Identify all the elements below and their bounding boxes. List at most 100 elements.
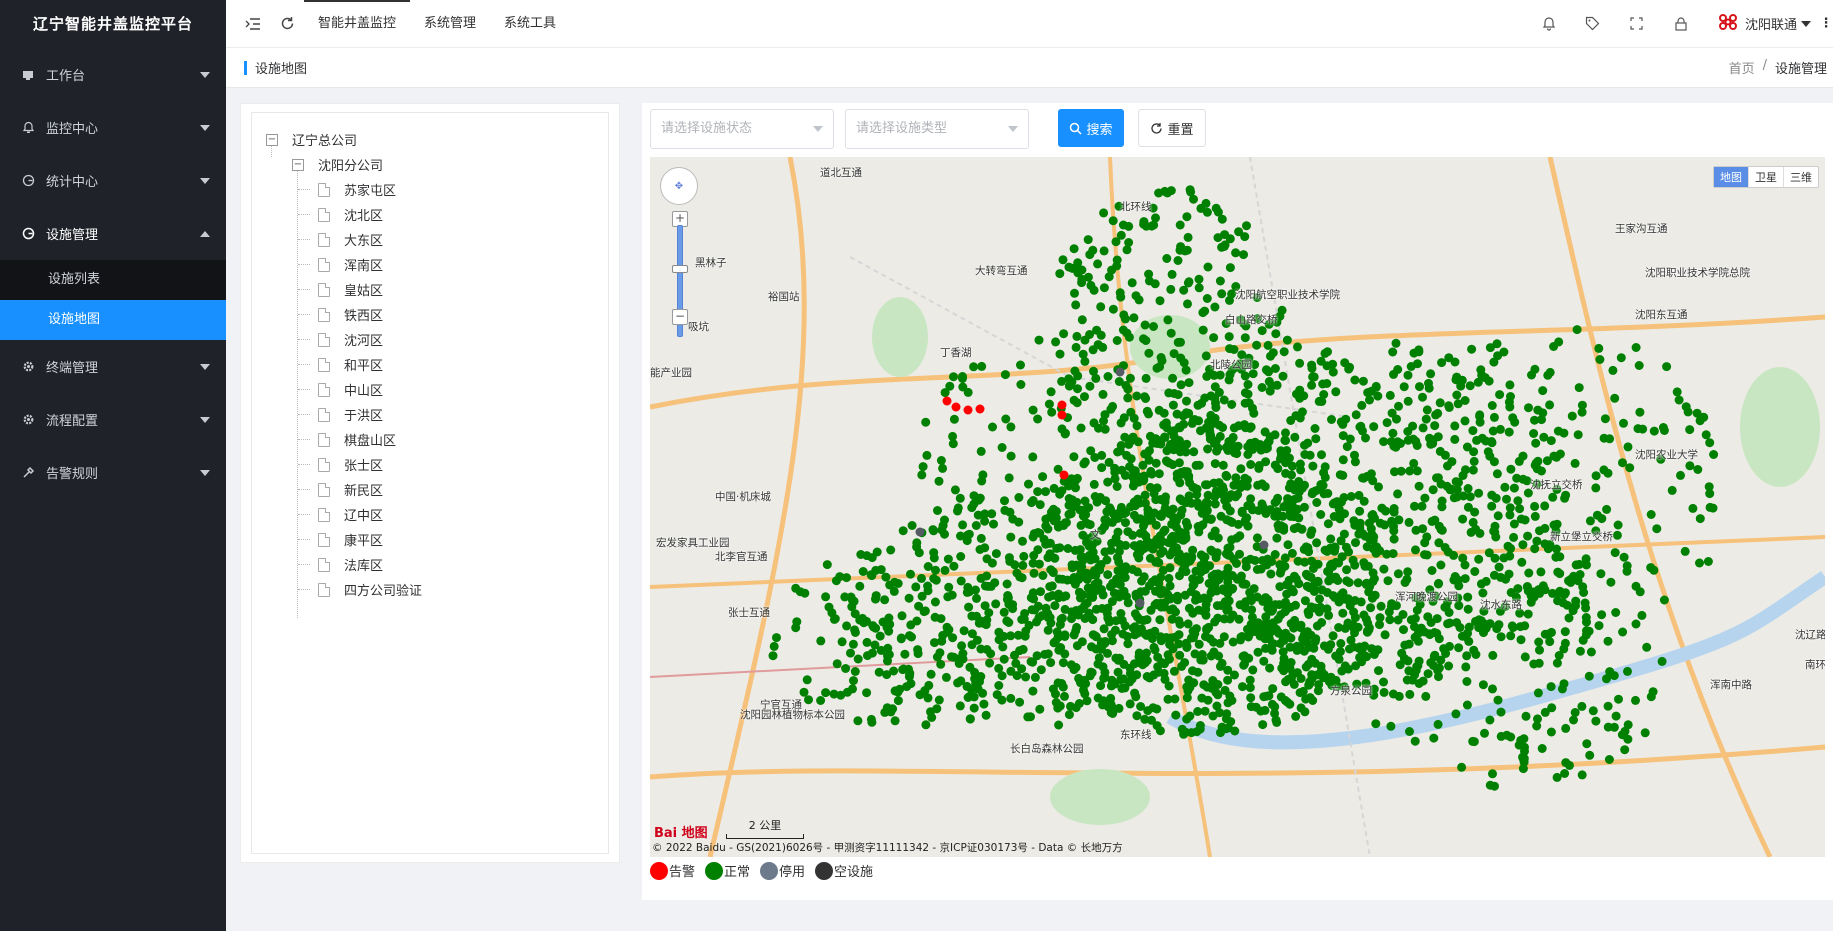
- facility-marker[interactable]: [1041, 514, 1051, 524]
- facility-marker[interactable]: [1085, 381, 1095, 391]
- facility-marker[interactable]: [948, 439, 958, 449]
- facility-marker[interactable]: [1312, 538, 1322, 548]
- more-icon[interactable]: ⋮: [1819, 16, 1833, 31]
- facility-marker[interactable]: [1107, 265, 1117, 275]
- bell-icon[interactable]: [1527, 0, 1571, 48]
- facility-marker[interactable]: [1293, 342, 1302, 352]
- facility-marker[interactable]: [1453, 575, 1463, 585]
- map-type-normal[interactable]: 地图: [1714, 167, 1748, 187]
- facility-marker[interactable]: [1471, 650, 1481, 659]
- facility-marker[interactable]: [1642, 642, 1652, 652]
- facility-marker[interactable]: [1360, 641, 1370, 651]
- facility-marker[interactable]: [853, 654, 863, 664]
- facility-marker[interactable]: [1130, 688, 1140, 698]
- facility-marker[interactable]: [1076, 520, 1086, 530]
- search-button[interactable]: 搜索: [1058, 109, 1124, 147]
- facility-marker[interactable]: [1210, 302, 1220, 312]
- facility-marker[interactable]: [1323, 519, 1333, 529]
- facility-marker[interactable]: [1070, 366, 1080, 376]
- facility-marker[interactable]: [1163, 315, 1173, 325]
- facility-marker[interactable]: [1463, 502, 1473, 512]
- facility-marker[interactable]: [1074, 571, 1084, 581]
- facility-marker[interactable]: [1572, 325, 1582, 335]
- facility-marker[interactable]: [1466, 527, 1476, 537]
- facility-marker[interactable]: [1428, 661, 1438, 670]
- facility-marker[interactable]: [1350, 450, 1359, 460]
- facility-marker[interactable]: [1194, 274, 1204, 284]
- facility-marker[interactable]: [893, 696, 903, 706]
- facility-marker[interactable]: [1209, 647, 1219, 657]
- facility-marker[interactable]: [1132, 670, 1142, 680]
- facility-marker[interactable]: [1421, 414, 1431, 424]
- facility-marker[interactable]: [837, 637, 847, 647]
- facility-marker[interactable]: [1268, 684, 1278, 694]
- facility-marker[interactable]: [1059, 470, 1069, 480]
- facility-marker[interactable]: [1225, 506, 1235, 516]
- facility-marker[interactable]: [1505, 380, 1515, 390]
- facility-marker[interactable]: [1422, 405, 1432, 415]
- facility-marker[interactable]: [1194, 416, 1204, 426]
- facility-marker[interactable]: [1164, 681, 1174, 691]
- facility-marker[interactable]: [1301, 662, 1311, 672]
- facility-marker[interactable]: [1078, 349, 1088, 359]
- facility-marker[interactable]: [1205, 561, 1215, 571]
- facility-marker[interactable]: [1240, 371, 1250, 381]
- facility-marker[interactable]: [1493, 511, 1503, 521]
- facility-marker[interactable]: [1606, 577, 1616, 587]
- facility-marker[interactable]: [1163, 694, 1173, 704]
- facility-marker[interactable]: [1112, 336, 1122, 345]
- facility-marker[interactable]: [1602, 504, 1612, 514]
- facility-marker[interactable]: [1575, 646, 1585, 656]
- facility-marker[interactable]: [1206, 391, 1216, 401]
- facility-marker[interactable]: [1385, 615, 1395, 625]
- facility-marker[interactable]: [1239, 250, 1248, 260]
- facility-marker[interactable]: [889, 586, 899, 596]
- facility-marker[interactable]: [1331, 498, 1341, 508]
- facility-marker[interactable]: [1559, 428, 1569, 438]
- facility-marker[interactable]: [923, 562, 933, 571]
- facility-marker[interactable]: [1311, 434, 1321, 444]
- facility-marker[interactable]: [976, 573, 986, 583]
- facility-marker[interactable]: [1194, 283, 1204, 293]
- facility-marker[interactable]: [1223, 441, 1233, 451]
- facility-marker[interactable]: [1405, 689, 1415, 699]
- facility-marker[interactable]: [893, 579, 903, 588]
- facility-marker[interactable]: [967, 611, 977, 621]
- facility-marker[interactable]: [1474, 554, 1484, 564]
- facility-marker[interactable]: [875, 631, 885, 641]
- facility-marker[interactable]: [1283, 580, 1293, 590]
- facility-marker[interactable]: [1103, 372, 1113, 381]
- facility-marker[interactable]: [1268, 348, 1278, 358]
- facility-marker[interactable]: [821, 592, 831, 602]
- facility-marker[interactable]: [1224, 332, 1234, 342]
- facility-marker[interactable]: [1403, 656, 1413, 666]
- facility-marker[interactable]: [1059, 521, 1069, 530]
- facility-marker[interactable]: [1618, 458, 1627, 468]
- facility-marker[interactable]: [1115, 507, 1125, 517]
- facility-marker[interactable]: [1692, 408, 1702, 418]
- facility-marker[interactable]: [1445, 618, 1455, 628]
- facility-marker[interactable]: [1433, 719, 1443, 729]
- facility-marker[interactable]: [1300, 596, 1310, 606]
- sidebar-item-facility-map[interactable]: 设施地图: [0, 300, 226, 340]
- facility-marker[interactable]: [1529, 659, 1539, 669]
- facility-marker[interactable]: [1537, 415, 1546, 425]
- facility-marker[interactable]: [1307, 489, 1317, 499]
- facility-marker[interactable]: [1201, 480, 1210, 490]
- facility-marker[interactable]: [1532, 536, 1542, 546]
- facility-marker[interactable]: [1291, 711, 1301, 721]
- facility-marker[interactable]: [1189, 633, 1198, 643]
- facility-marker[interactable]: [1177, 496, 1187, 506]
- facility-marker[interactable]: [1214, 420, 1224, 430]
- facility-marker[interactable]: [1578, 635, 1588, 645]
- facility-marker[interactable]: [1370, 645, 1380, 655]
- facility-marker[interactable]: [1139, 471, 1149, 481]
- facility-marker[interactable]: [1257, 383, 1267, 392]
- facility-marker[interactable]: [1024, 479, 1033, 489]
- facility-marker[interactable]: [1619, 552, 1629, 562]
- facility-marker[interactable]: [1214, 387, 1224, 397]
- facility-marker[interactable]: [1222, 471, 1232, 481]
- facility-marker[interactable]: [1518, 540, 1528, 550]
- facility-marker[interactable]: [1418, 423, 1428, 433]
- facility-marker[interactable]: [1584, 626, 1594, 636]
